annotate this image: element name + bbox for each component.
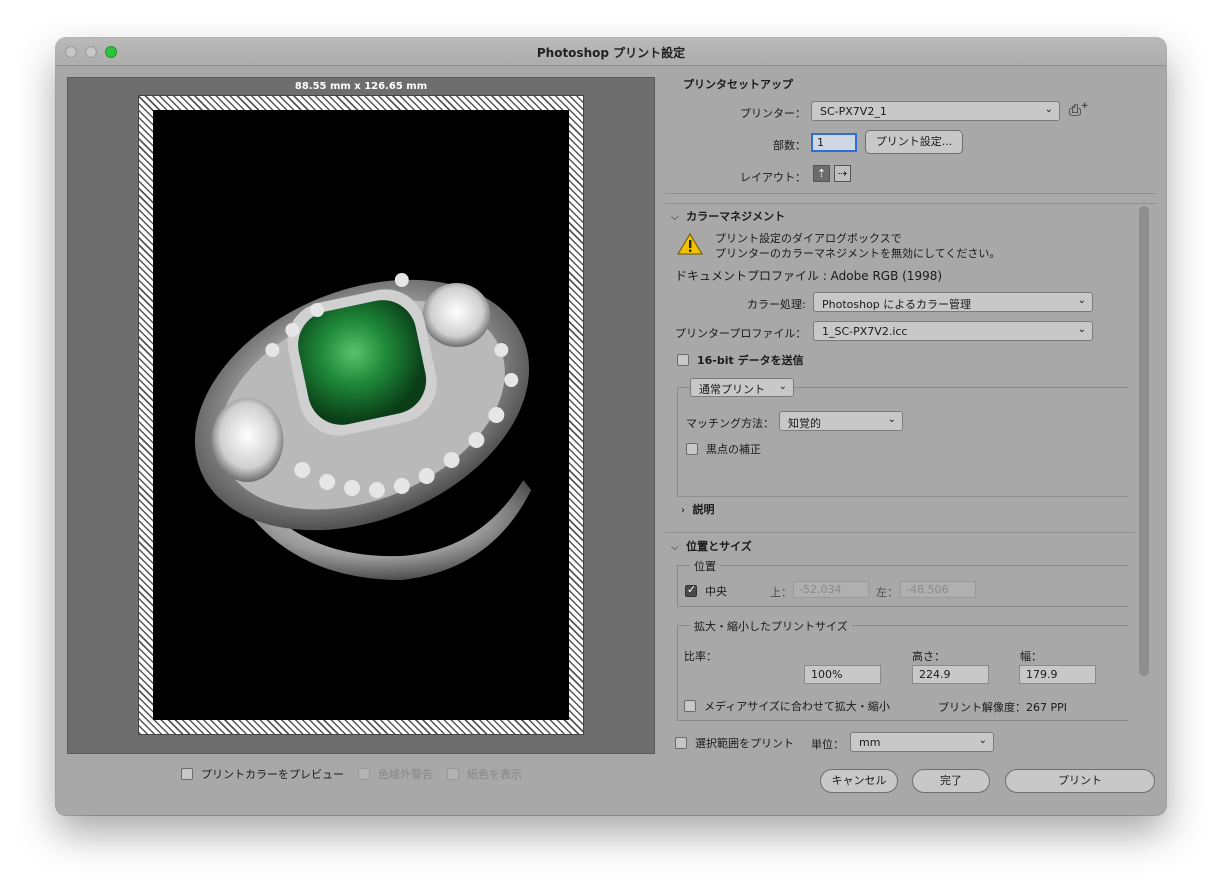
printer-profile-select[interactable]: 1_SC-PX7V2.icc ⌄ (813, 321, 1093, 341)
scaled-size-legend: 拡大・縮小したプリントサイズ (690, 618, 852, 634)
paper-dimensions: 88.55 mm x 126.65 mm (294, 81, 428, 92)
landscape-layout-icon[interactable]: ⇢ (834, 165, 851, 182)
preview-options: プリントカラーをプレビュー 色域外警告 紙色を表示 (181, 766, 522, 782)
print-selection-option[interactable]: 選択範囲をプリント (675, 735, 794, 751)
fit-media-option[interactable]: メディアサイズに合わせて拡大・縮小 (684, 698, 890, 714)
chevron-down-icon: ⌄ (1077, 295, 1086, 306)
chevron-down-icon: ⌄ (1077, 324, 1086, 335)
settings-scroll-area[interactable]: ⌵ カラーマネジメント プリント設定のダイアログボックスで プリンターのカラーマ… (665, 203, 1156, 758)
warning-text-line2: プリンターのカラーマネジメントを無効にしてください。 (715, 247, 1001, 260)
scrollbar-thumb[interactable] (1139, 206, 1149, 676)
chevron-down-icon: ⌄ (1044, 104, 1053, 115)
show-paper-white-checkbox (447, 768, 459, 780)
send-16bit-option[interactable]: 16-bit データを送信 (677, 352, 804, 368)
print-settings-button[interactable]: プリント設定... (865, 130, 963, 154)
left-input: -48.506 (900, 581, 976, 598)
print-settings-window: Photoshop プリント設定 88.55 mm x 126.65 mm プリ… (56, 38, 1166, 815)
send-16bit-checkbox[interactable] (677, 354, 689, 366)
print-selection-checkbox[interactable] (675, 737, 687, 749)
show-paper-white-option: 紙色を表示 (447, 766, 522, 782)
position-size-header[interactable]: ⌵ 位置とサイズ (671, 538, 752, 554)
add-printer-icon[interactable]: ⎙+ (1069, 101, 1089, 119)
scaled-size-group: 拡大・縮小したプリントサイズ 比率： 高さ： 幅： 100% 224.9 179… (677, 618, 1128, 721)
warning-text-line1: プリント設定のダイアログボックスで (715, 232, 902, 245)
black-point-checkbox[interactable] (686, 443, 698, 455)
printer-setup-group: プリンタセットアップ プリンター： SC-PX7V2_1 ⌄ ⎙+ 部数： 1 … (665, 75, 1156, 194)
chevron-down-icon: ⌄ (887, 414, 896, 425)
done-button[interactable]: 完了 (912, 769, 990, 793)
gamut-warning-option: 色域外警告 (358, 766, 433, 782)
top-input: -52.034 (793, 581, 869, 598)
window-title: Photoshop プリント設定 (536, 46, 686, 60)
printer-label: プリンター： (740, 107, 806, 120)
titlebar: Photoshop プリント設定 (56, 38, 1166, 66)
width-label: 幅： (1020, 650, 1042, 663)
print-mode-select[interactable]: 通常プリント ⌄ (690, 378, 794, 397)
chevron-right-icon: › (681, 505, 685, 516)
divider (665, 532, 1135, 533)
printer-setup-title: プリンタセットアップ (683, 78, 793, 91)
document-profile: ドキュメントプロファイル : Adobe RGB (1998) (675, 269, 943, 283)
divider (677, 496, 1128, 497)
preview-print-color-checkbox[interactable] (181, 768, 193, 780)
height-input[interactable]: 224.9 (912, 665, 989, 684)
color-management-header[interactable]: ⌵ カラーマネジメント (671, 208, 785, 224)
unit-select[interactable]: mm ⌄ (850, 732, 994, 752)
ring-photo (153, 110, 569, 720)
color-handling-select[interactable]: Photoshop によるカラー管理 ⌄ (813, 292, 1093, 312)
preview-image[interactable] (153, 110, 569, 720)
left-label: 左： (876, 586, 898, 599)
copies-input[interactable]: 1 (811, 133, 857, 152)
center-checkbox[interactable] (685, 583, 697, 597)
scale-input[interactable]: 100% (804, 665, 881, 684)
gamut-warning-checkbox (358, 768, 370, 780)
printer-select[interactable]: SC-PX7V2_1 ⌄ (811, 101, 1060, 121)
color-handling-label: カラー処理: (747, 298, 806, 311)
position-group: 位置 中央 上： -52.034 左： -48.506 (677, 558, 1128, 607)
matching-label: マッチング方法： (686, 417, 774, 430)
printer-profile-label: プリンタープロファイル： (675, 327, 807, 340)
normal-print-group: 通常プリント ⌄ マッチング方法： 知覚的 ⌄ 黒点の補正 (677, 378, 1128, 497)
unit-label: 単位： (811, 738, 844, 751)
preview-print-color-option[interactable]: プリントカラーをプレビュー (181, 766, 344, 782)
description-header[interactable]: › 説明 (681, 501, 715, 517)
chevron-down-icon: ⌄ (978, 735, 987, 746)
matching-select[interactable]: 知覚的 ⌄ (779, 411, 903, 431)
width-input[interactable]: 179.9 (1019, 665, 1096, 684)
chevron-down-icon: ⌵ (671, 212, 679, 223)
chevron-down-icon: ⌵ (671, 542, 679, 553)
layout-label: レイアウト： (740, 171, 806, 184)
portrait-layout-icon[interactable]: ⇡ (813, 165, 830, 182)
cancel-button[interactable]: キャンセル (820, 769, 898, 793)
print-preview: 88.55 mm x 126.65 mm (67, 77, 655, 754)
fit-media-checkbox[interactable] (684, 700, 696, 712)
paper-sheet[interactable] (138, 95, 584, 735)
position-legend: 位置 (690, 558, 720, 574)
scale-label: 比率： (684, 650, 717, 663)
print-resolution: プリント解像度：267 PPI (938, 701, 1068, 714)
center-option[interactable]: 中央 (685, 583, 727, 599)
top-label: 上： (770, 586, 792, 599)
black-point-option[interactable]: 黒点の補正 (686, 441, 761, 457)
copies-label: 部数： (773, 139, 806, 152)
chevron-down-icon: ⌄ (778, 381, 787, 392)
print-button[interactable]: プリント (1005, 769, 1155, 793)
warning-icon (677, 233, 703, 255)
height-label: 高さ： (912, 650, 945, 663)
